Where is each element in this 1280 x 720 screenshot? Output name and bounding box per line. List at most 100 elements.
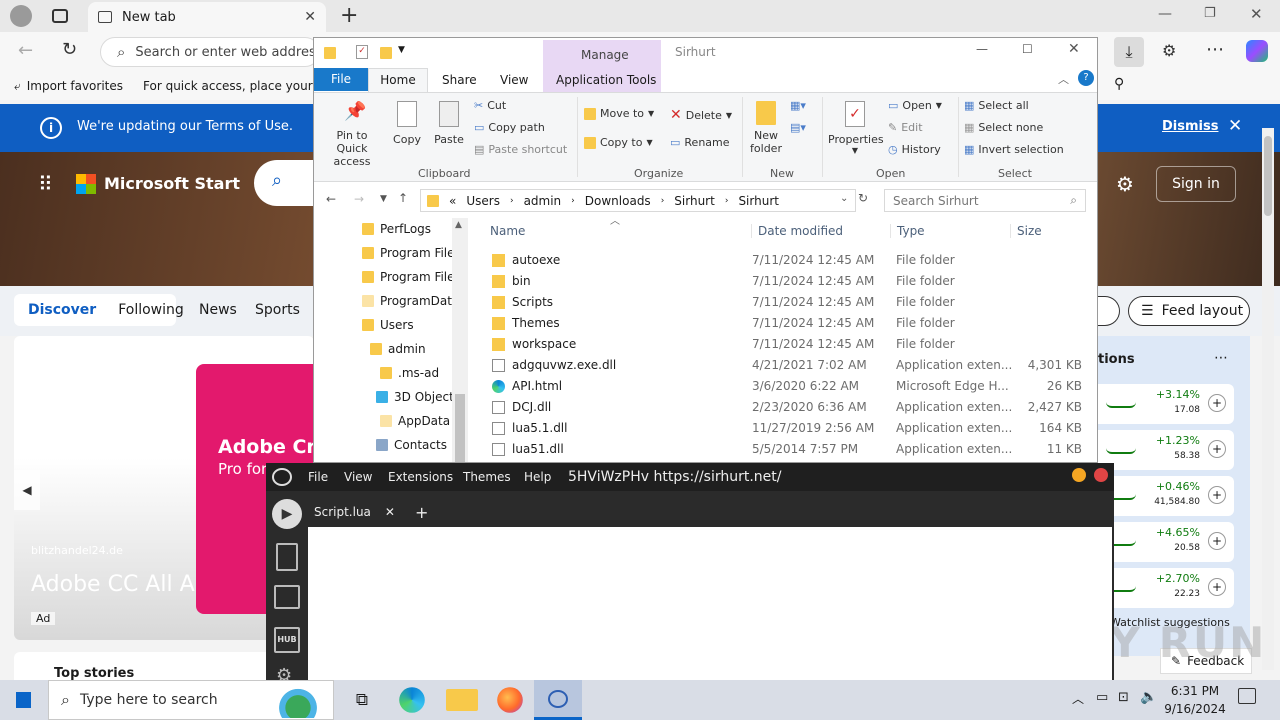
tree-item[interactable]: Users — [362, 318, 452, 332]
edge-taskbar-icon[interactable] — [399, 687, 425, 713]
invert-selection-button[interactable]: ▦ Invert selection — [964, 143, 1064, 156]
tab-new-tab[interactable]: New tab ✕ — [88, 2, 326, 32]
file-row[interactable]: bin 7/11/2024 12:45 AM File folder — [490, 271, 1090, 292]
more-options-icon[interactable]: ⋯ — [1214, 350, 1228, 366]
copy-path-button[interactable]: ▭ Copy path — [474, 121, 545, 134]
tree-item[interactable]: admin — [370, 342, 452, 356]
tree-scrollbar[interactable]: ▲ — [452, 218, 468, 462]
add-stock-icon[interactable]: + — [1208, 486, 1226, 504]
close-tab-icon[interactable]: ✕ — [385, 505, 395, 519]
tree-item[interactable]: Program Files — [362, 270, 452, 284]
network-icon[interactable]: ▭ — [1096, 690, 1108, 705]
workspaces-icon[interactable] — [52, 9, 68, 23]
personalize-button-partial[interactable] — [1098, 296, 1120, 326]
open-button[interactable]: ▭ Open ▼ — [888, 99, 942, 112]
script-editor[interactable] — [308, 527, 1112, 680]
breadcrumb-downloads[interactable]: Downloads — [585, 194, 651, 208]
file-explorer-taskbar-icon[interactable] — [446, 689, 478, 711]
close-icon[interactable]: ✕ — [304, 9, 316, 25]
minimize-icon[interactable]: — — [1158, 6, 1172, 22]
back-icon[interactable]: ← — [326, 192, 336, 206]
menu-extensions[interactable]: Extensions — [388, 470, 453, 484]
restore-icon[interactable]: ❐ — [1204, 6, 1216, 21]
breadcrumb-sirhurt[interactable]: Sirhurt — [674, 194, 715, 208]
refresh-icon[interactable]: ↻ — [62, 39, 77, 60]
stock-row[interactable]: +3.14% 17.08 + — [1098, 384, 1234, 424]
delete-button[interactable]: ✕ Delete ▼ — [670, 107, 732, 123]
system-clock[interactable]: 6:31 PM 9/16/2024 — [1160, 682, 1230, 718]
tree-item[interactable]: .ms-ad — [380, 366, 452, 380]
breadcrumb-sirhurt-current[interactable]: Sirhurt — [738, 194, 779, 208]
up-icon[interactable]: ↑ — [398, 191, 408, 205]
help-icon[interactable]: ? — [1078, 70, 1094, 86]
more-icon[interactable]: ⋯ — [1206, 39, 1224, 60]
add-stock-icon[interactable]: + — [1208, 578, 1226, 596]
tab-following[interactable]: Following — [118, 302, 184, 318]
new-folder-button[interactable]: New folder — [748, 101, 784, 155]
back-icon[interactable]: ← — [18, 40, 33, 61]
start-windows-icon[interactable] — [14, 691, 32, 709]
new-tab-button[interactable]: + — [340, 3, 358, 28]
minimize-dot-icon[interactable] — [1072, 468, 1086, 482]
address-dropdown-icon[interactable]: ⌄ — [840, 193, 848, 204]
qat-dropdown-icon[interactable]: ▼ — [398, 45, 405, 55]
edit-button[interactable]: ✎ Edit — [888, 121, 923, 134]
select-none-button[interactable]: ▦ Select none — [964, 121, 1043, 134]
forward-icon[interactable]: → — [354, 192, 364, 206]
firefox-taskbar-icon[interactable] — [497, 687, 523, 713]
copy-to-button[interactable]: Copy to ▼ — [584, 136, 653, 149]
recent-dropdown-icon[interactable]: ▼ — [380, 194, 387, 204]
file-row[interactable]: autoexe 7/11/2024 12:45 AM File folder — [490, 250, 1090, 271]
tab-file[interactable]: File — [314, 68, 368, 91]
file-row[interactable]: adgquvwz.exe.dll 4/21/2021 7:02 AM Applica… — [490, 355, 1090, 376]
close-icon[interactable]: ✕ — [1068, 41, 1080, 57]
tab-sports[interactable]: Sports — [255, 302, 300, 318]
tab-news[interactable]: News — [199, 302, 237, 318]
history-button[interactable]: ◷ History — [888, 143, 941, 156]
tree-item[interactable]: PerfLogs — [362, 222, 452, 236]
new-item-icon[interactable]: ▦▾ — [790, 99, 806, 112]
close-window-icon[interactable]: ✕ — [1250, 5, 1263, 23]
profile-icon[interactable] — [10, 5, 32, 27]
notification-icon[interactable] — [1238, 688, 1256, 704]
copilot-icon[interactable] — [1246, 40, 1268, 62]
tree-item[interactable]: 3D Objects — [376, 390, 452, 404]
menu-themes[interactable]: Themes — [463, 470, 511, 484]
rename-button[interactable]: ▭ Rename — [670, 136, 730, 149]
tree-item[interactable]: Program Files — [362, 246, 452, 260]
scrollbar-thumb[interactable] — [1264, 136, 1272, 216]
tree-item[interactable]: Contacts — [376, 438, 452, 452]
maximize-icon[interactable]: ☐ — [1022, 42, 1033, 56]
attach-icon[interactable] — [274, 585, 300, 609]
paste-shortcut-button[interactable]: ▤ Paste shortcut — [474, 143, 567, 156]
tab-view[interactable]: View — [500, 73, 528, 87]
tab-application-tools[interactable]: Application Tools — [556, 73, 656, 87]
properties-button[interactable]: ✓ Properties ▼ — [828, 101, 884, 155]
tab-discover[interactable]: Discover — [28, 302, 96, 318]
volume-icon[interactable]: 🔈 — [1140, 689, 1157, 705]
tab-share[interactable]: Share — [442, 73, 477, 87]
breadcrumb-users[interactable]: Users — [466, 194, 500, 208]
add-stock-icon[interactable]: + — [1208, 394, 1226, 412]
properties-quick-icon[interactable]: ✓ — [356, 45, 368, 59]
column-type[interactable]: Type — [890, 224, 925, 238]
stock-row[interactable]: +2.70% 22.23 + — [1098, 568, 1234, 608]
file-row[interactable]: DCJ.dll 2/23/2020 6:36 AM Application exte… — [490, 397, 1090, 418]
add-tab-icon[interactable]: + — [415, 503, 428, 522]
pin-icon[interactable]: ⚲ — [1114, 76, 1124, 92]
file-row[interactable]: lua51.dll 5/5/2014 7:57 PM Application ext… — [490, 439, 1090, 460]
dismiss-link[interactable]: Dismiss — [1162, 119, 1218, 134]
select-all-button[interactable]: ▦ Select all — [964, 99, 1029, 112]
hidden-icons-chevron[interactable]: ︿ — [1072, 690, 1084, 707]
apps-grid-icon[interactable]: ⠿ — [38, 172, 53, 196]
add-stock-icon[interactable]: + — [1208, 532, 1226, 550]
collapse-ribbon-icon[interactable]: ︿ — [1058, 71, 1069, 87]
import-favorites-button[interactable]: ⤶ Import favorites — [14, 79, 123, 94]
network-wired-icon[interactable]: ⊡ — [1118, 690, 1129, 705]
stock-row[interactable]: +1.23% 58.38 + — [1098, 430, 1234, 470]
tab-script-lua[interactable]: Script.lua — [314, 505, 371, 519]
new-folder-quick-icon[interactable] — [380, 47, 392, 59]
open-file-icon[interactable] — [276, 543, 298, 571]
close-dot-icon[interactable] — [1094, 468, 1108, 482]
sign-in-button[interactable]: Sign in — [1156, 166, 1236, 202]
